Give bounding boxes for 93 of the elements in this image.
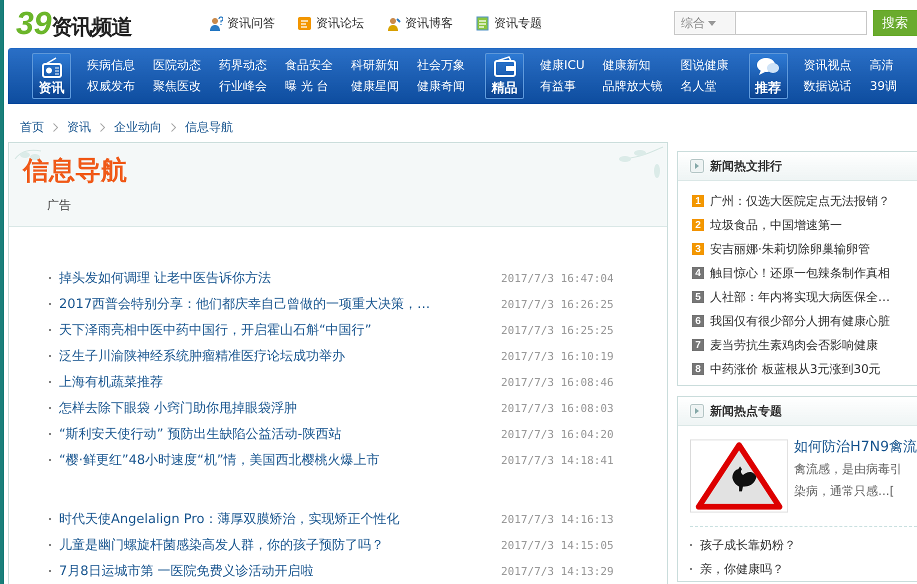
topic-link[interactable]: 亲，你健康吗？ bbox=[700, 560, 784, 578]
nav-link[interactable]: 聚焦医改 bbox=[153, 78, 201, 95]
article-link[interactable]: 儿童是幽门螺旋杆菌感染高发人群，你的孩子预防了吗？ bbox=[59, 536, 501, 554]
article-link[interactable]: 时代天使Angelalign Pro：薄厚双膜矫治，实现矫正个性化 bbox=[59, 510, 501, 528]
nav-category-tile[interactable]: 精品 bbox=[485, 53, 524, 99]
nav-link[interactable]: 社会万象 bbox=[417, 57, 465, 74]
article-link[interactable]: 泛生子川渝陕神经系统肿瘤精准医疗论坛成功举办 bbox=[59, 347, 501, 365]
article-time: 2017/7/3 14:16:13 bbox=[501, 512, 614, 526]
article-link[interactable]: 怎样去除下眼袋 小窍门助你甩掉眼袋浮肿 bbox=[59, 399, 501, 417]
article-link[interactable]: 7月8日运城市第 一医院免费义诊活动开启啦 bbox=[59, 562, 501, 580]
news-link[interactable]: 广州：仅选大医院定点无法报销？ bbox=[710, 192, 890, 210]
news-link[interactable]: 安吉丽娜·朱莉切除卵巢输卵管 bbox=[710, 240, 870, 258]
radio-icon bbox=[40, 56, 64, 78]
nav-link[interactable]: 健康新知 bbox=[602, 57, 663, 74]
rank-number: 8 bbox=[692, 363, 704, 375]
rank-number: 6 bbox=[692, 315, 704, 327]
wallet-icon bbox=[492, 56, 516, 78]
breadcrumb-link[interactable]: 企业动向 bbox=[114, 119, 162, 136]
topic-link[interactable]: 如何防治H7N9禽流 bbox=[794, 438, 917, 456]
person-pen-icon bbox=[386, 16, 401, 30]
article-link[interactable]: “樱·鲜更红”48小时速度“机”情，美国西北樱桃火爆上市 bbox=[59, 451, 501, 469]
nav-link[interactable]: 行业峰会 bbox=[219, 78, 267, 95]
nav-link[interactable]: 有益事 bbox=[540, 78, 585, 95]
nav-link[interactable]: 高清 bbox=[870, 57, 897, 74]
person-question-icon bbox=[208, 16, 223, 30]
topic-summary: 染病，通常只感...[ bbox=[794, 483, 896, 500]
search-field[interactable] bbox=[735, 11, 867, 35]
nav-link[interactable]: 药界动态 bbox=[219, 57, 267, 74]
nav-link[interactable]: 健康奇闻 bbox=[417, 78, 465, 95]
tag-label: 广告 bbox=[47, 197, 72, 214]
nav-link[interactable]: 食品安全 bbox=[285, 57, 333, 74]
nav-category-tile[interactable]: 推荐 bbox=[748, 53, 788, 99]
nav-link[interactable]: 品牌放大镜 bbox=[602, 78, 663, 95]
topic-link[interactable]: 孩子成长靠奶粉？ bbox=[700, 536, 796, 554]
channel-link[interactable]: 资讯论坛 bbox=[297, 14, 364, 32]
article-time: 2017/7/3 16:04:20 bbox=[501, 428, 614, 440]
rank-number: 3 bbox=[692, 243, 704, 255]
page-title: 信息导航 bbox=[23, 155, 127, 187]
news-link[interactable]: 人社部：年内将实现大病医保全… bbox=[710, 288, 890, 306]
article-link[interactable]: 上海有机蔬菜推荐 bbox=[59, 373, 501, 391]
article-link[interactable]: “斯利安天使行动” 预防出生缺陷公益活动-陕西站 bbox=[59, 425, 501, 443]
rank-number: 4 bbox=[692, 267, 704, 279]
document-icon bbox=[475, 16, 490, 30]
article-time: 2017/7/3 16:47:04 bbox=[501, 272, 614, 284]
nav-link[interactable]: 权威发布 bbox=[87, 78, 135, 95]
breadcrumb-link[interactable]: 首页 bbox=[20, 119, 44, 136]
rank-number: 2 bbox=[692, 219, 704, 231]
article-time: 2017/7/3 16:08:46 bbox=[501, 376, 614, 388]
rank-number: 5 bbox=[692, 291, 704, 303]
chevron-right-icon bbox=[171, 123, 176, 132]
article-time: 2017/7/3 14:13:29 bbox=[501, 564, 614, 578]
nav-link[interactable]: 资讯视点 bbox=[804, 57, 852, 74]
nav-link[interactable]: 医院动态 bbox=[153, 57, 201, 74]
article-time: 2017/7/3 14:15:05 bbox=[501, 538, 614, 552]
channel-link[interactable]: 资讯专题 bbox=[475, 14, 542, 32]
caret-icon bbox=[708, 20, 716, 26]
nav-link[interactable]: 图说健康 bbox=[680, 57, 729, 74]
chevron-right-icon bbox=[100, 123, 105, 132]
nav-link[interactable]: 疾病信息 bbox=[87, 57, 135, 74]
nav-link[interactable]: 数据说话 bbox=[804, 78, 852, 95]
article-time: 2017/7/3 16:08:03 bbox=[501, 402, 614, 414]
breadcrumb-link[interactable]: 信息导航 bbox=[185, 119, 233, 136]
rank-number: 7 bbox=[692, 339, 704, 351]
news-link[interactable]: 触目惊心！还原一包辣条制作真相 bbox=[710, 264, 890, 282]
chevron-right-icon bbox=[53, 123, 58, 132]
nav-link[interactable]: 健康ICU bbox=[540, 57, 585, 74]
nav-link[interactable]: 曝 光 台 bbox=[285, 78, 333, 95]
article-time: 2017/7/3 16:10:19 bbox=[501, 350, 614, 362]
article-link[interactable]: 掉头发如何调理 让老中医告诉你方法 bbox=[59, 269, 501, 287]
nav-link[interactable]: 名人堂 bbox=[680, 78, 729, 95]
article-time: 2017/7/3 16:25:25 bbox=[501, 324, 614, 336]
news-link[interactable]: 麦当劳抗生素鸡肉会否影响健康 bbox=[710, 336, 878, 354]
breadcrumb-link[interactable]: 资讯 bbox=[67, 119, 91, 136]
section-title: 新闻热点专题 bbox=[710, 402, 782, 420]
article-time: 2017/7/3 16:26:25 bbox=[501, 298, 614, 310]
nav-link[interactable]: 科研新知 bbox=[351, 57, 399, 74]
article-time: 2017/7/3 14:18:41 bbox=[501, 454, 614, 466]
section-title: 新闻热文排行 bbox=[710, 158, 782, 174]
article-link[interactable]: 2017西普会特别分享：他们都庆幸自己曾做的一项重大决策，… bbox=[59, 295, 501, 313]
channel-link[interactable]: 资讯问答 bbox=[208, 14, 275, 32]
news-link[interactable]: 中药涨价 板蓝根从3元涨到30元 bbox=[710, 360, 881, 378]
nav-link[interactable]: 39调 bbox=[870, 78, 897, 95]
rank-number: 1 bbox=[692, 195, 704, 207]
nav-category-tile[interactable]: 资讯 bbox=[32, 53, 71, 99]
site-logo[interactable]: 39资讯频道 bbox=[16, 4, 196, 42]
news-link[interactable]: 垃圾食品，中国增速第一 bbox=[710, 216, 842, 234]
forum-icon bbox=[297, 16, 312, 30]
chat-bubbles-icon bbox=[756, 56, 780, 78]
news-link[interactable]: 我国仅有很少部分人拥有健康心脏 bbox=[710, 312, 890, 330]
nav-link[interactable]: 健康星闻 bbox=[351, 78, 399, 95]
channel-link[interactable]: 资讯博客 bbox=[386, 14, 453, 32]
article-link[interactable]: 天下泽雨亮相中医中药中国行，开启霍山石斛“中国行” bbox=[59, 321, 501, 339]
topic-summary: 禽流感，是由病毒引 bbox=[794, 461, 904, 478]
